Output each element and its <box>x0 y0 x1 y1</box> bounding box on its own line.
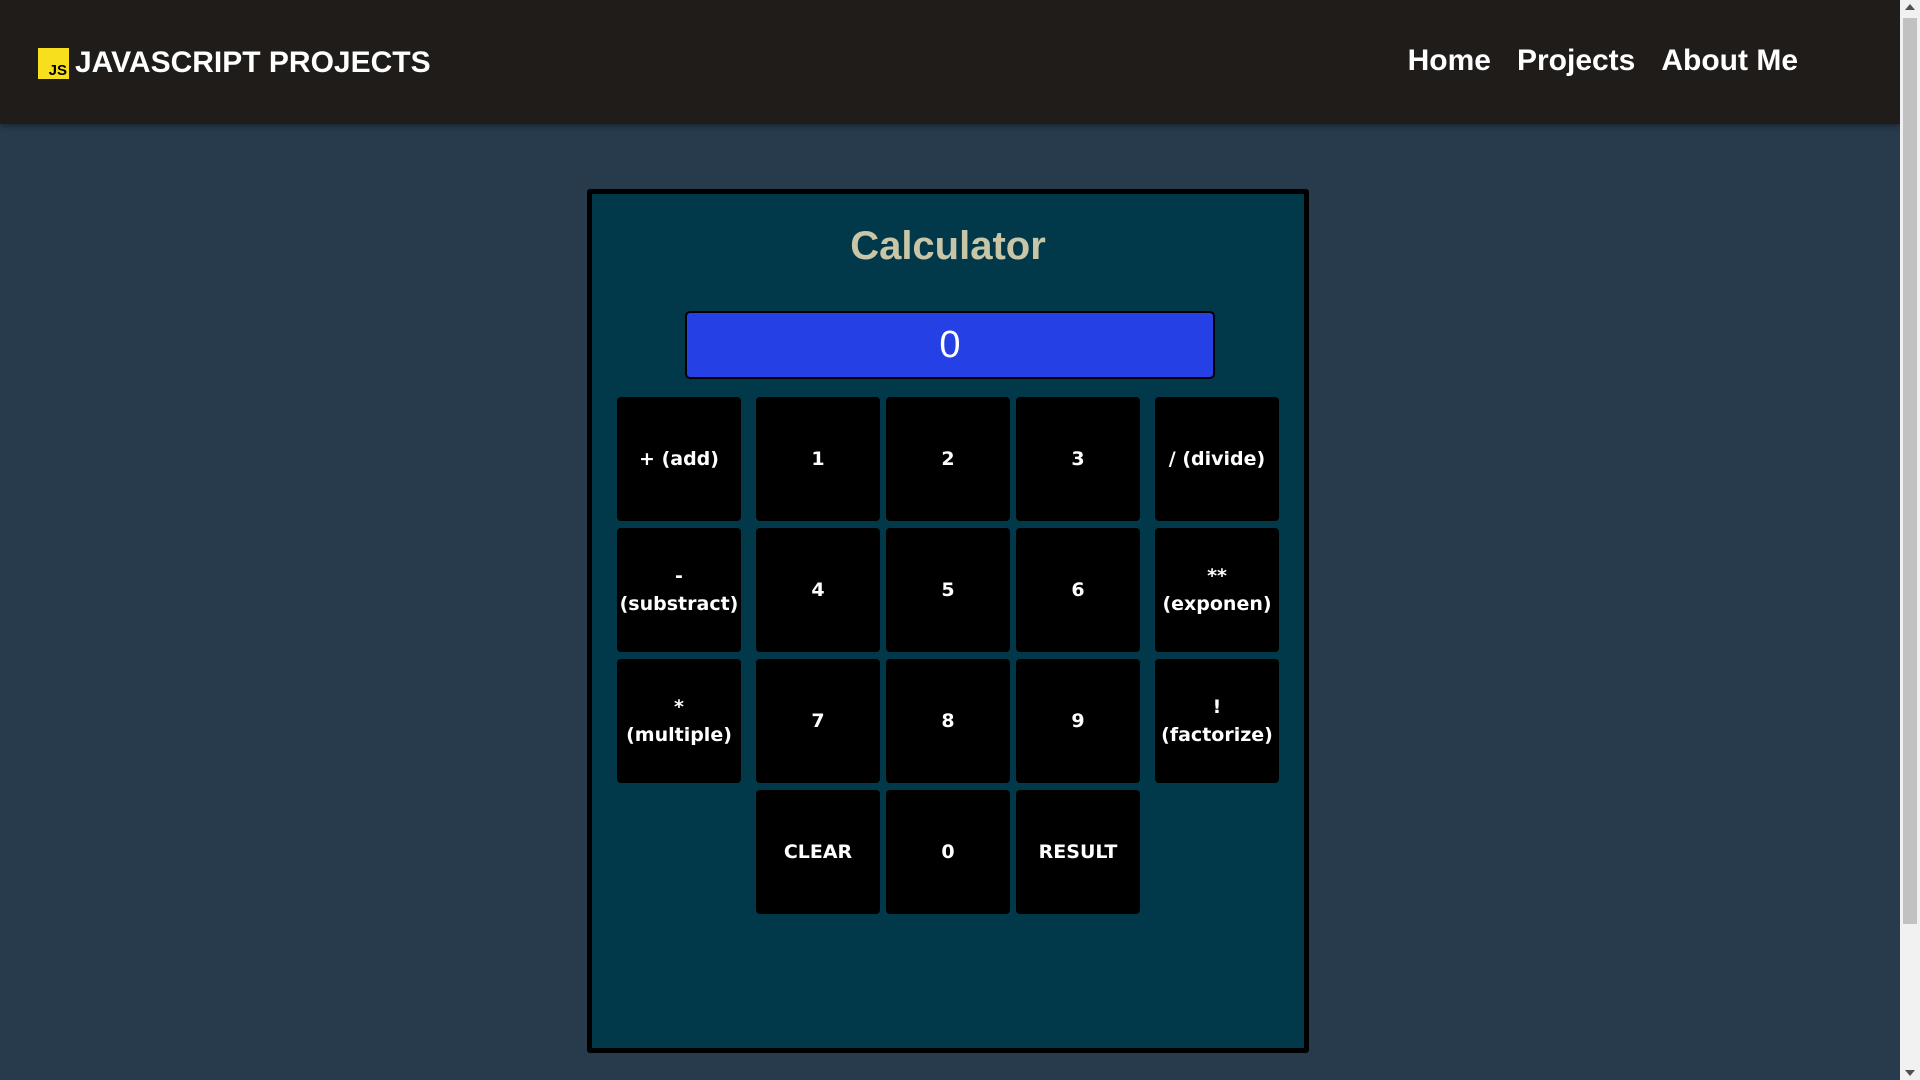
digit-0-button[interactable]: 0 <box>886 790 1010 914</box>
divide-button[interactable]: / (divide) <box>1155 397 1279 521</box>
digit-5-button[interactable]: 5 <box>886 528 1010 652</box>
result-button[interactable]: RESULT <box>1016 790 1140 914</box>
js-logo-text: JS <box>48 61 67 79</box>
subtract-button[interactable]: - (substract) <box>617 528 741 652</box>
js-logo-icon: JS <box>38 47 69 79</box>
nav-link-about-me[interactable]: About Me <box>1661 44 1798 78</box>
factorize-button[interactable]: ! (factorize) <box>1155 659 1279 783</box>
nav-link-projects[interactable]: Projects <box>1517 44 1635 78</box>
page: JS JAVASCRIPT PROJECTS Home Projects Abo… <box>0 0 1920 1080</box>
nav-link-home[interactable]: Home <box>1408 44 1491 78</box>
clear-button[interactable]: CLEAR <box>756 790 880 914</box>
exponent-button[interactable]: ** (exponen) <box>1155 528 1279 652</box>
digit-9-button[interactable]: 9 <box>1016 659 1140 783</box>
multiply-button[interactable]: * (multiple) <box>617 659 741 783</box>
top-navbar: JS JAVASCRIPT PROJECTS Home Projects Abo… <box>0 0 1900 124</box>
scrollbar-thumb[interactable] <box>1903 18 1917 924</box>
scroll-down-arrow-icon[interactable] <box>1905 1070 1915 1076</box>
brand[interactable]: JS JAVASCRIPT PROJECTS <box>38 46 431 80</box>
add-button[interactable]: + (add) <box>617 397 741 521</box>
scroll-up-arrow-icon[interactable] <box>1905 4 1915 10</box>
digit-2-button[interactable]: 2 <box>886 397 1010 521</box>
calculator-panel: Calculator 0 + (add) 1 2 3 / (divide) - … <box>587 189 1309 1053</box>
digit-1-button[interactable]: 1 <box>756 397 880 521</box>
calculator-display: 0 <box>685 311 1215 379</box>
main-nav: Home Projects About Me <box>1408 44 1798 78</box>
brand-title: JAVASCRIPT PROJECTS <box>75 46 431 79</box>
digit-3-button[interactable]: 3 <box>1016 397 1140 521</box>
digit-4-button[interactable]: 4 <box>756 528 880 652</box>
vertical-scrollbar[interactable] <box>1900 0 1920 1080</box>
digit-6-button[interactable]: 6 <box>1016 528 1140 652</box>
digit-8-button[interactable]: 8 <box>886 659 1010 783</box>
digit-7-button[interactable]: 7 <box>756 659 880 783</box>
calculator-title: Calculator <box>850 224 1046 268</box>
